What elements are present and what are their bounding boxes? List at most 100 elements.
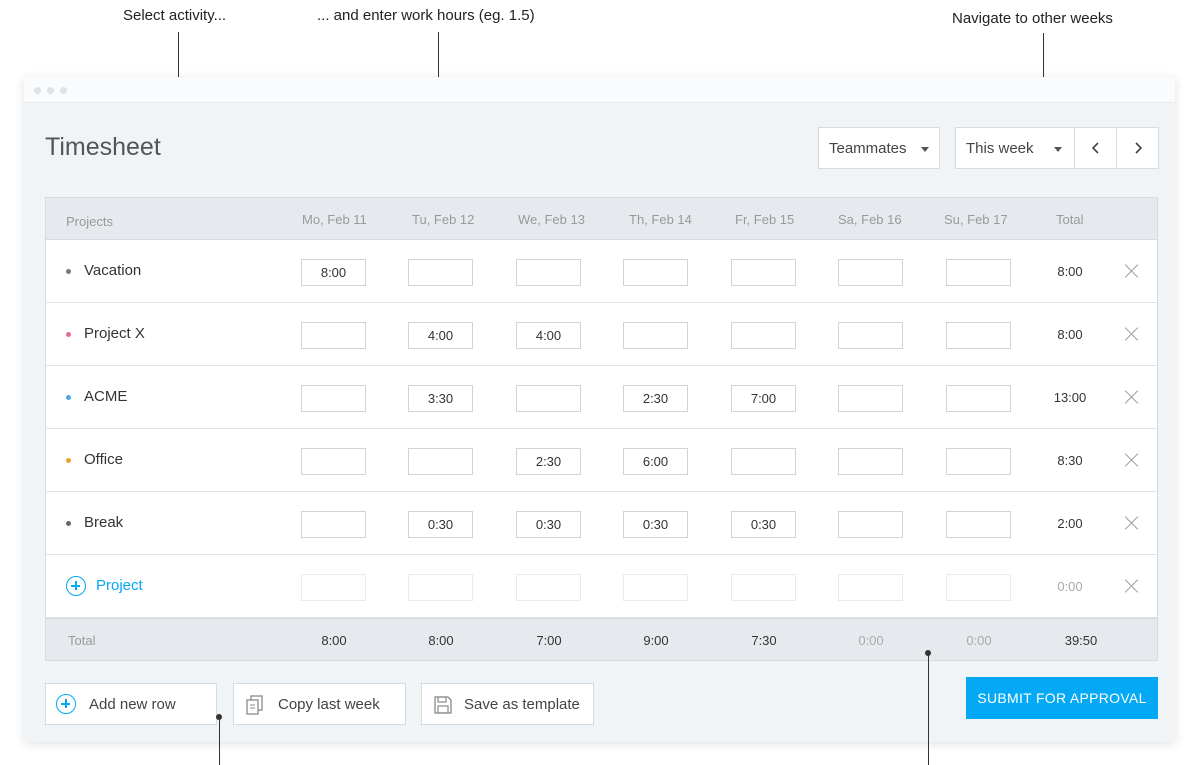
column-header-total: Total [1056, 212, 1084, 227]
close-icon[interactable] [1123, 325, 1141, 343]
day-total: 8:00 [321, 633, 347, 648]
plus-circle-icon[interactable] [66, 576, 86, 596]
page-title: Timesheet [45, 133, 161, 161]
column-header-projects: Projects [66, 214, 113, 229]
window-control[interactable] [60, 87, 67, 94]
copy-last-week-button[interactable]: Copy last week [233, 683, 406, 725]
week-dropdown[interactable]: This week [956, 128, 1074, 168]
hours-input[interactable] [731, 322, 796, 349]
close-icon[interactable] [1123, 388, 1141, 406]
submit-for-approval-button[interactable]: SUBMIT FOR APPROVAL [966, 677, 1158, 719]
timesheet-table: Projects Mo, Feb 11 Tu, Feb 12 We, Feb 1… [45, 197, 1158, 661]
annotation-select-activity: Select activity... [123, 7, 227, 24]
project-color-dot [66, 269, 71, 274]
annotation-line [219, 719, 220, 765]
hours-input[interactable]: 0:30 [731, 511, 796, 538]
hours-input[interactable] [838, 322, 903, 349]
hours-input[interactable] [731, 448, 796, 475]
hours-input[interactable] [946, 322, 1011, 349]
table-header: Projects Mo, Feb 11 Tu, Feb 12 We, Feb 1… [46, 198, 1157, 240]
copy-icon [246, 695, 263, 715]
chevron-left-icon [1091, 142, 1099, 154]
hours-input[interactable] [516, 385, 581, 412]
window-control[interactable] [34, 87, 41, 94]
row-total: 8:00 [1057, 264, 1083, 279]
hours-input[interactable] [301, 385, 366, 412]
day-total: 9:00 [643, 633, 669, 648]
project-name[interactable]: Break [84, 514, 123, 531]
hours-input[interactable] [838, 511, 903, 538]
annotation-navigate-weeks: Navigate to other weeks [952, 10, 1113, 27]
hours-input[interactable] [408, 448, 473, 475]
hours-input[interactable]: 2:30 [623, 385, 688, 412]
save-as-template-button[interactable]: Save as template [421, 683, 594, 725]
annotation-enter-hours: ... and enter work hours (eg. 1.5) [317, 7, 535, 24]
teammates-dropdown[interactable]: Teammates [818, 127, 940, 169]
hours-input[interactable]: 0:30 [623, 511, 688, 538]
column-header-day: We, Feb 13 [518, 212, 585, 227]
prev-week-button[interactable] [1075, 128, 1117, 168]
hours-input[interactable] [301, 574, 366, 601]
hours-input[interactable]: 7:00 [731, 385, 796, 412]
window-titlebar [24, 77, 1175, 103]
hours-input[interactable] [838, 385, 903, 412]
hours-input[interactable]: 6:00 [623, 448, 688, 475]
add-project-row: Project 0:00 [46, 555, 1157, 618]
week-selector: This week [955, 127, 1159, 169]
add-project-label[interactable]: Project [96, 577, 143, 594]
column-header-day: Su, Feb 17 [944, 212, 1008, 227]
teammates-label: Teammates [829, 140, 907, 157]
table-row: Office 2:30 6:00 8:30 [46, 429, 1157, 492]
hours-input[interactable]: 0:30 [516, 511, 581, 538]
hours-input[interactable] [301, 322, 366, 349]
hours-input[interactable]: 4:00 [516, 322, 581, 349]
column-header-day: Sa, Feb 16 [838, 212, 902, 227]
hours-input[interactable] [838, 448, 903, 475]
hours-input[interactable] [408, 259, 473, 286]
hours-input[interactable] [408, 574, 473, 601]
hours-input[interactable]: 0:30 [408, 511, 473, 538]
hours-input[interactable] [946, 385, 1011, 412]
hours-input[interactable]: 8:00 [301, 259, 366, 286]
column-header-day: Fr, Feb 15 [735, 212, 795, 227]
project-name[interactable]: ACME [84, 388, 127, 405]
project-color-dot [66, 458, 71, 463]
close-icon[interactable] [1123, 451, 1141, 469]
hours-input[interactable]: 2:30 [516, 448, 581, 475]
hours-input[interactable]: 4:00 [408, 322, 473, 349]
close-icon[interactable] [1123, 514, 1141, 532]
hours-input[interactable] [623, 259, 688, 286]
close-icon[interactable] [1123, 577, 1141, 595]
hours-input[interactable] [946, 511, 1011, 538]
hours-input[interactable] [838, 259, 903, 286]
hours-input[interactable] [946, 259, 1011, 286]
close-icon[interactable] [1123, 262, 1141, 280]
row-total: 8:00 [1057, 327, 1083, 342]
hours-input[interactable] [946, 574, 1011, 601]
hours-input[interactable] [516, 574, 581, 601]
hours-input[interactable] [731, 574, 796, 601]
next-week-button[interactable] [1117, 128, 1159, 168]
day-total: 0:00 [966, 633, 992, 648]
hours-input[interactable] [731, 259, 796, 286]
add-new-row-button[interactable]: Add new row [45, 683, 217, 725]
project-color-dot [66, 521, 71, 526]
hours-input[interactable] [623, 322, 688, 349]
window-control[interactable] [47, 87, 54, 94]
hours-input[interactable]: 3:30 [408, 385, 473, 412]
project-color-dot [66, 332, 71, 337]
day-total: 0:00 [858, 633, 884, 648]
day-total: 7:30 [751, 633, 777, 648]
hours-input[interactable] [623, 574, 688, 601]
hours-input[interactable] [301, 448, 366, 475]
hours-input[interactable] [946, 448, 1011, 475]
project-color-dot [66, 395, 71, 400]
hours-input[interactable] [301, 511, 366, 538]
project-name[interactable]: Office [84, 451, 123, 468]
project-name[interactable]: Project X [84, 325, 145, 342]
hours-input[interactable] [838, 574, 903, 601]
save-as-template-label: Save as template [464, 696, 580, 713]
day-total: 8:00 [428, 633, 454, 648]
hours-input[interactable] [516, 259, 581, 286]
project-name[interactable]: Vacation [84, 262, 141, 279]
